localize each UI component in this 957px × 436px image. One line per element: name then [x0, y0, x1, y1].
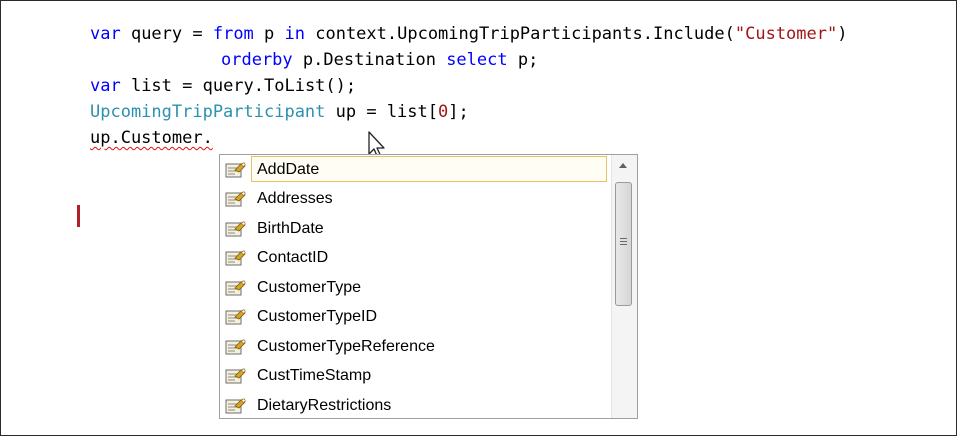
- code-text: list = query.ToList();: [120, 76, 357, 96]
- property-icon: [225, 249, 247, 267]
- property-icon: [225, 190, 247, 208]
- property-icon: [225, 220, 247, 238]
- completion-item-label: DietaryRestrictions: [257, 396, 392, 414]
- completion-item-label: BirthDate: [257, 219, 324, 237]
- code-text: context.UpcomingTripParticipants.Include…: [305, 24, 735, 44]
- keyword-var: var: [90, 76, 121, 96]
- type-name: UpcomingTripParticipant: [90, 102, 326, 122]
- scroll-thumb[interactable]: [615, 182, 632, 306]
- completion-item-label: AddDate: [257, 160, 320, 178]
- change-marker: [77, 205, 80, 227]
- keyword-var: var: [90, 24, 121, 44]
- completion-item[interactable]: CustTimeStamp: [220, 362, 610, 392]
- completion-item-label: Addresses: [257, 190, 333, 208]
- completion-item[interactable]: CustomerType: [220, 273, 610, 303]
- intellisense-completion-list[interactable]: AddDate Addresses BirthDate ContactID Custom…: [219, 154, 638, 419]
- scroll-grip-icon: [620, 238, 627, 247]
- completion-item-label: CustomerTypeReference: [257, 337, 435, 355]
- numeric-literal: 0: [438, 102, 449, 122]
- completion-item-label: CustomerTypeID: [257, 308, 378, 326]
- code-text: p: [253, 24, 285, 44]
- property-icon: [225, 338, 247, 356]
- error-squiggle-text: up.Customer.: [90, 128, 213, 148]
- property-icon: [225, 308, 247, 326]
- completion-item[interactable]: Addresses: [220, 185, 610, 215]
- watermark: ©: [396, 1, 456, 15]
- completion-item[interactable]: BirthDate: [220, 214, 610, 244]
- completion-item[interactable]: ContactID: [220, 244, 610, 274]
- property-icon: [225, 367, 247, 385]
- completion-item[interactable]: AddDate: [220, 155, 610, 185]
- code-line-3[interactable]: var list = query.ToList();: [90, 73, 356, 99]
- code-text: ];: [448, 102, 469, 122]
- completion-item[interactable]: CustomerTypeID: [220, 303, 610, 333]
- keyword-select: select: [446, 50, 508, 70]
- code-line-5[interactable]: up.Customer.: [90, 125, 213, 151]
- code-text: p;: [507, 50, 539, 70]
- string-literal: "Customer": [734, 24, 838, 44]
- keyword-in: in: [284, 24, 305, 44]
- completion-item-label: CustomerType: [257, 278, 362, 296]
- code-text: p.Destination: [292, 50, 447, 70]
- property-icon: [225, 161, 247, 179]
- code-line-2[interactable]: orderby p.Destination select p;: [221, 47, 538, 73]
- property-icon: [225, 279, 247, 297]
- code-text: ): [837, 24, 848, 44]
- code-line-1[interactable]: var query = from p in context.UpcomingTr…: [90, 21, 847, 47]
- completion-item[interactable]: DietaryRestrictions: [220, 391, 610, 418]
- code-line-4[interactable]: UpcomingTripParticipant up = list[0];: [90, 99, 469, 125]
- completion-items: AddDate Addresses BirthDate ContactID Custom…: [220, 155, 610, 418]
- completion-scrollbar[interactable]: [611, 155, 637, 418]
- code-editor[interactable]: © var query = from p in context.Upcoming…: [0, 0, 957, 436]
- code-text: query =: [120, 24, 213, 44]
- completion-item[interactable]: CustomerTypeReference: [220, 332, 610, 362]
- keyword-from: from: [212, 24, 254, 44]
- scroll-up-arrow-icon[interactable]: [619, 163, 627, 168]
- completion-item-label: CustTimeStamp: [257, 367, 372, 385]
- keyword-orderby: orderby: [221, 50, 293, 70]
- completion-item-label: ContactID: [257, 249, 329, 267]
- code-text: up = list[: [325, 102, 438, 122]
- property-icon: [225, 397, 247, 415]
